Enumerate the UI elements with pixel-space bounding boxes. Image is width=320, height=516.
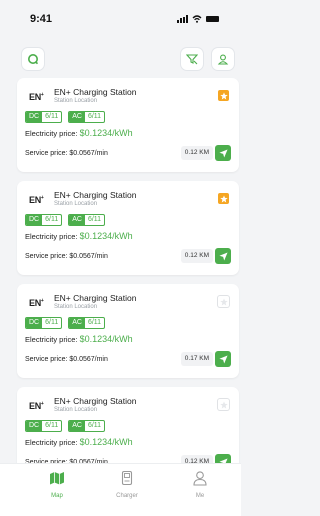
tab-me[interactable]: Me: [180, 470, 220, 506]
navigate-button[interactable]: [215, 145, 231, 161]
electricity-price: Electricity price: $0.1234/kWh: [25, 128, 133, 138]
service-price: Service price: $0.0567/min: [25, 150, 108, 157]
ac-connector-badge: AC 6/11: [68, 214, 106, 226]
ac-connector-badge: AC 6/11: [68, 317, 106, 329]
distance-badge: 0.12 KM: [180, 249, 213, 263]
electricity-price: Electricity price: $0.1234/kWh: [25, 437, 133, 447]
status-time: 9:41: [30, 13, 53, 25]
station-card[interactable]: EN+ EN+ Charging Station Station Locatio…: [17, 284, 239, 378]
map-icon: [50, 472, 64, 485]
bottom-tab-bar: Map Charger Me: [0, 463, 241, 516]
battery-icon: [206, 16, 219, 22]
filter-button[interactable]: [181, 48, 203, 70]
person-icon: [193, 471, 207, 486]
dc-connector-badge: DC 6/11: [25, 420, 63, 432]
wifi-icon: [192, 15, 202, 23]
station-name: EN+ Charging Station: [54, 293, 137, 303]
electricity-price: Electricity price: $0.1234/kWh: [25, 334, 133, 344]
station-card[interactable]: EN+ EN+ Charging Station Station Locatio…: [17, 78, 239, 172]
distance-badge: 0.17 KM: [180, 352, 213, 366]
station-name: EN+ Charging Station: [54, 87, 137, 97]
tab-map[interactable]: Map: [37, 470, 77, 506]
favorite-button[interactable]: [218, 90, 229, 101]
search-icon: [28, 54, 39, 65]
station-logo: EN+: [29, 298, 44, 308]
navigation-arrow-icon: [218, 251, 228, 261]
ac-connector-badge: AC 6/11: [68, 111, 106, 123]
service-price: Service price: $0.0567/min: [25, 253, 108, 260]
station-logo: EN+: [29, 195, 44, 205]
status-bar: 9:41: [0, 0, 241, 38]
station-location: Station Location: [54, 304, 98, 310]
top-action-bar: [0, 46, 241, 72]
charger-icon: [121, 470, 133, 486]
station-location: Station Location: [54, 98, 98, 104]
station-location: Station Location: [54, 201, 98, 207]
dc-connector-badge: DC 6/11: [25, 111, 63, 123]
person-pin-icon: [217, 54, 229, 65]
star-outline-icon: [219, 400, 228, 408]
ac-connector-badge: AC 6/11: [68, 420, 106, 432]
navigate-button[interactable]: [215, 351, 231, 367]
station-name: EN+ Charging Station: [54, 190, 137, 200]
star-icon: [219, 91, 228, 99]
favorite-button[interactable]: [218, 399, 229, 410]
favorite-button[interactable]: [218, 296, 229, 307]
star-icon: [219, 194, 228, 202]
station-card[interactable]: EN+ EN+ Charging Station Station Locatio…: [17, 181, 239, 275]
electricity-price: Electricity price: $0.1234/kWh: [25, 231, 133, 241]
service-price: Service price: $0.0567/min: [25, 356, 108, 363]
star-outline-icon: [219, 297, 228, 305]
signal-icon: [177, 15, 188, 23]
station-logo: EN+: [29, 401, 44, 411]
navigation-arrow-icon: [218, 354, 228, 364]
dc-connector-badge: DC 6/11: [25, 317, 63, 329]
station-location: Station Location: [54, 407, 98, 413]
navigate-button[interactable]: [215, 248, 231, 264]
scan-button[interactable]: [212, 48, 234, 70]
navigation-arrow-icon: [218, 148, 228, 158]
dc-connector-badge: DC 6/11: [25, 214, 63, 226]
favorite-button[interactable]: [218, 193, 229, 204]
distance-badge: 0.12 KM: [180, 146, 213, 160]
search-button[interactable]: [22, 48, 44, 70]
station-name: EN+ Charging Station: [54, 396, 137, 406]
station-logo: EN+: [29, 92, 44, 102]
tab-charger[interactable]: Charger: [107, 470, 147, 506]
filter-icon: [186, 54, 198, 65]
